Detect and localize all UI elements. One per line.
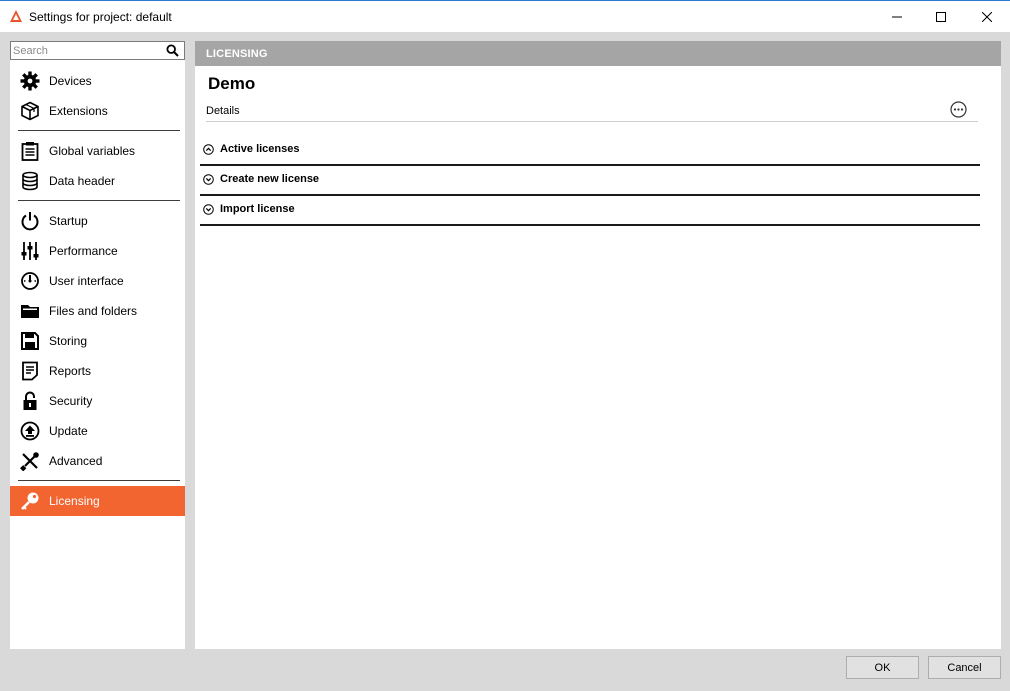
chevron-up-icon <box>203 144 214 155</box>
search-input[interactable] <box>13 43 163 58</box>
sidebar-item-label: Licensing <box>49 494 100 508</box>
content-panel: LICENSING Demo Details Active licenses C… <box>195 41 1001 649</box>
folder-icon <box>19 300 41 322</box>
sidebar-item-global-variables[interactable]: Global variables <box>10 136 185 166</box>
cancel-button[interactable]: Cancel <box>928 656 1001 679</box>
padlock-icon <box>19 390 41 412</box>
ok-button[interactable]: OK <box>846 656 919 679</box>
sidebar-item-files-and-folders[interactable]: Files and folders <box>10 296 185 326</box>
sidebar-item-label: Startup <box>49 214 88 228</box>
sidebar-item-label: Reports <box>49 364 92 378</box>
sidebar-item-label: Security <box>49 394 93 408</box>
sidebar-item-update[interactable]: Update <box>10 416 185 446</box>
document-icon <box>19 360 41 382</box>
sidebar-item-security[interactable]: Security <box>10 386 185 416</box>
sidebar-item-label: Update <box>49 424 88 438</box>
wrench-screwdriver-icon <box>19 450 41 472</box>
key-icon <box>19 490 41 512</box>
sidebar-divider <box>18 480 180 481</box>
clipboard-list-icon <box>19 140 41 162</box>
settings-sidebar: Devices Extensions Global variables <box>10 41 185 649</box>
section-label: Active licenses <box>220 143 300 155</box>
sidebar-item-reports[interactable]: Reports <box>10 356 185 386</box>
sidebar-item-user-interface[interactable]: User interface <box>10 266 185 296</box>
sidebar-item-label: Extensions <box>49 104 108 118</box>
search-icon[interactable] <box>166 44 179 57</box>
sidebar-item-extensions[interactable]: Extensions <box>10 96 185 126</box>
section-create-new-license[interactable]: Create new license <box>200 166 980 196</box>
sidebar-divider <box>18 200 180 201</box>
close-window-button[interactable] <box>964 1 1010 32</box>
sidebar-item-label: Data header <box>49 174 116 188</box>
sidebar-item-advanced[interactable]: Advanced <box>10 446 185 476</box>
sidebar-item-devices[interactable]: Devices <box>10 66 185 96</box>
cube-icon <box>19 100 41 122</box>
sidebar-divider <box>18 130 180 131</box>
maximize-button[interactable] <box>918 1 964 32</box>
minimize-button[interactable] <box>874 1 920 32</box>
gauge-icon <box>19 270 41 292</box>
sidebar-item-label: Storing <box>49 334 88 348</box>
sidebar-item-label: Files and folders <box>49 304 138 318</box>
chevron-down-icon <box>203 174 214 185</box>
sidebar-item-label: Global variables <box>49 144 136 158</box>
app-logo-icon <box>10 10 22 22</box>
sidebar-item-label: User interface <box>49 274 124 288</box>
gear-icon <box>19 70 41 92</box>
section-active-licenses[interactable]: Active licenses <box>200 136 980 166</box>
sidebar-item-label: Advanced <box>49 454 103 468</box>
more-options-icon[interactable] <box>950 101 967 118</box>
upload-circle-icon <box>19 420 41 442</box>
floppy-disk-icon <box>19 330 41 352</box>
close-icon <box>982 11 992 22</box>
sidebar-item-label: Performance <box>49 244 118 258</box>
sliders-icon <box>19 240 41 262</box>
section-header: LICENSING <box>195 41 1001 66</box>
sidebar-item-label: Devices <box>49 74 92 88</box>
section-import-license[interactable]: Import license <box>200 196 980 226</box>
title-bar: Settings for project: default <box>0 0 1010 32</box>
maximize-icon <box>936 11 946 22</box>
section-label: Import license <box>220 203 295 215</box>
sidebar-item-licensing[interactable]: Licensing <box>10 486 185 516</box>
window-title: Settings for project: default <box>29 10 172 24</box>
sidebar-item-data-header[interactable]: Data header <box>10 166 185 196</box>
search-box <box>10 41 185 60</box>
sidebar-item-startup[interactable]: Startup <box>10 206 185 236</box>
database-icon <box>19 170 41 192</box>
chevron-down-icon <box>203 204 214 215</box>
minimize-icon <box>892 16 902 17</box>
sidebar-item-performance[interactable]: Performance <box>10 236 185 266</box>
section-label: Create new license <box>220 173 320 185</box>
power-icon <box>19 210 41 232</box>
details-divider <box>206 121 978 122</box>
page-title: Demo <box>208 74 256 93</box>
details-label: Details <box>206 105 240 117</box>
sidebar-item-storing[interactable]: Storing <box>10 326 185 356</box>
